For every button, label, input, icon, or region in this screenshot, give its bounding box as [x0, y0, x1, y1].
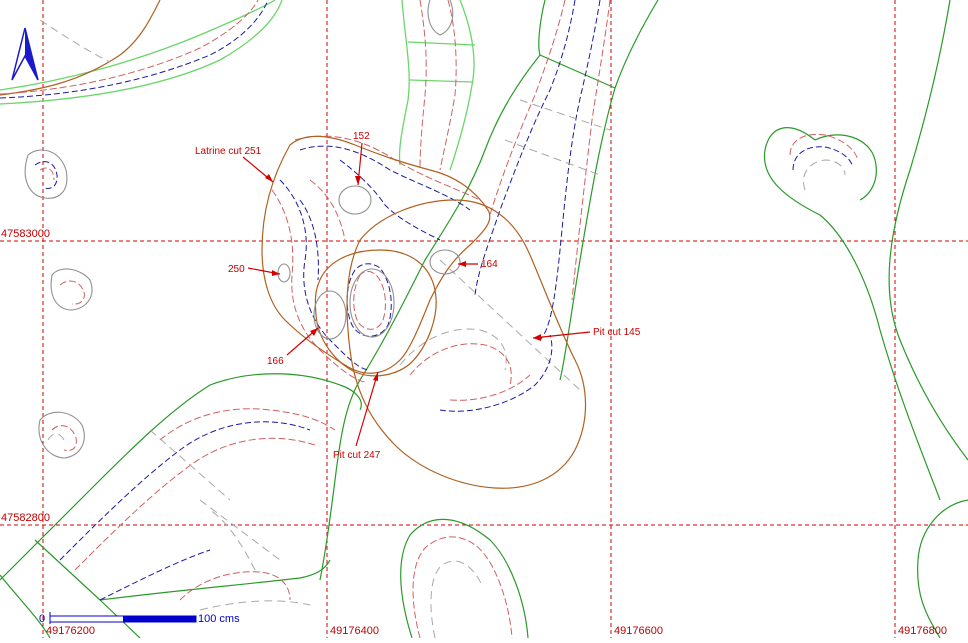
- cut-outlines: [261, 135, 587, 489]
- scale-bar-end: 100 cms: [198, 613, 240, 625]
- leader-pit-145: [532, 331, 591, 339]
- contour-grey: [209, 509, 256, 571]
- lower-area-section: [34, 539, 101, 601]
- label-pit-cut-247: Pit cut 247: [333, 450, 381, 461]
- posthole-250: [277, 263, 291, 283]
- contour-red: [489, 0, 566, 216]
- arrowhead: [265, 174, 273, 182]
- arrowhead: [533, 334, 541, 341]
- arrowhead: [355, 176, 361, 185]
- north-arrow-icon: [11, 27, 39, 81]
- contour-red-oval: [353, 270, 386, 330]
- contour-blue: [539, 0, 601, 341]
- site-plan-map[interactable]: Latrine cut 251 152 250 164 Pit cut 145 …: [0, 0, 968, 639]
- right-area-outline: [888, 0, 968, 461]
- posthole-152: [338, 185, 372, 215]
- contour-grey: [199, 600, 311, 611]
- scale-bar-start: 0: [39, 613, 45, 625]
- contour-blue: [99, 549, 211, 601]
- posthole-oval-east: [349, 268, 395, 338]
- terrain-band-top-left-upper: [0, 0, 276, 91]
- contour-red: [271, 189, 366, 383]
- grid-label-y-47582800: 47582800: [1, 512, 50, 524]
- contour-grey-section: [199, 499, 281, 561]
- trench-finger-section: [407, 41, 476, 46]
- feature-outline: [50, 268, 93, 311]
- contour-red: [412, 536, 513, 639]
- posthole-166: [313, 290, 347, 340]
- right-lobe-cap: [814, 134, 877, 201]
- feature-outline: [24, 149, 68, 199]
- label-250: 250: [228, 264, 245, 275]
- grid-label-x-49176600: 49176600: [614, 625, 663, 637]
- contour-red: [39, 167, 55, 181]
- bottom-lobe-outline: [400, 518, 529, 639]
- right-lobe-outline: [763, 127, 941, 501]
- posthole-164: [429, 249, 461, 275]
- contour-red: [159, 408, 336, 441]
- contour-red: [439, 0, 457, 171]
- leader-pit-247: [355, 371, 379, 447]
- site-plan-svg: Latrine cut 251 152 250 164 Pit cut 145 …: [0, 0, 968, 639]
- contour-blue: [792, 146, 853, 171]
- label-latrine-cut-251: Latrine cut 251: [195, 146, 262, 157]
- contour-blue: [279, 179, 371, 371]
- contour-red: [571, 0, 611, 301]
- latrine-cut-251-outline: [261, 135, 491, 374]
- grid-label-x-49176200: 49176200: [46, 625, 95, 637]
- trench-finger-section: [409, 79, 473, 83]
- minor-features: [24, 149, 93, 459]
- contour-blue: [299, 199, 319, 281]
- main-trench-left-edge: [319, 0, 546, 581]
- trench-finger-left-edge: [398, 0, 410, 166]
- contour-red: [409, 343, 512, 386]
- lower-area-lower-edge: [99, 559, 331, 601]
- terrain-outlines: [0, 0, 968, 639]
- pit-cut-247-outline: [314, 249, 437, 377]
- scale-bar: 0 100 cms: [39, 612, 240, 625]
- contour-lines: [0, 0, 859, 639]
- label-152: 152: [353, 131, 370, 142]
- grid-label-y-47583000: 47583000: [1, 228, 50, 240]
- label-166: 166: [267, 356, 284, 367]
- grid-label-x-49176800: 49176800: [898, 625, 947, 637]
- contour-grey: [47, 433, 65, 441]
- arrowhead: [310, 328, 318, 336]
- grid-labels: 47583000 47582800 49176200 49176400 4917…: [1, 228, 947, 637]
- contour-grey: [519, 99, 611, 131]
- arrowhead: [272, 270, 280, 276]
- main-trench-right-edge: [559, 0, 659, 381]
- grid-lines: [0, 0, 968, 638]
- contour-red: [51, 425, 77, 451]
- bottom-right-lobe: [917, 499, 968, 639]
- contour-red: [59, 280, 85, 305]
- contour-grey-section: [149, 429, 231, 501]
- label-164: 164: [481, 259, 498, 270]
- contour-red: [179, 571, 291, 601]
- contour-grey: [803, 159, 846, 191]
- grid-label-x-49176400: 49176400: [330, 625, 379, 637]
- contour-grey: [399, 328, 507, 371]
- main-trench-section-line: [539, 54, 616, 89]
- contour-blue: [34, 161, 58, 189]
- contour-red: [449, 374, 531, 401]
- contour-blue: [59, 421, 311, 561]
- feature-outline: [38, 411, 85, 459]
- contour-red: [74, 437, 316, 571]
- brown-cut-top-left: [0, 0, 161, 96]
- label-pit-cut-145: Pit cut 145: [593, 327, 641, 338]
- contour-grey: [39, 19, 111, 63]
- contour-red: [419, 0, 427, 169]
- contour-blue: [339, 159, 441, 241]
- contour-red: [789, 133, 859, 161]
- contour-grey: [430, 560, 483, 639]
- leader-lines: [242, 142, 591, 447]
- lower-area-upper-edge: [0, 373, 362, 581]
- scale-bar-fill: [123, 616, 196, 622]
